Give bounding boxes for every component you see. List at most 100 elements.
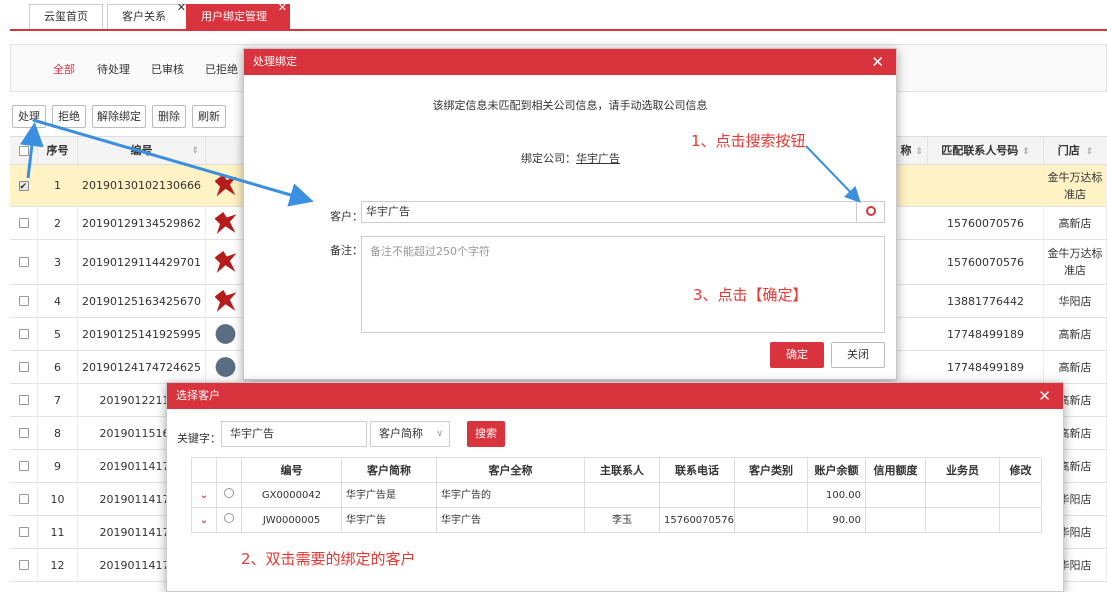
avatar	[214, 174, 237, 197]
tab-user-binding[interactable]: 用户绑定管理 ✕	[186, 1, 290, 29]
row-seq: 8	[54, 426, 61, 440]
customer-sales-cell[interactable]	[926, 483, 1000, 508]
customer-type-cell[interactable]	[735, 508, 808, 533]
keyword-input[interactable]: 华宇广告	[221, 421, 367, 447]
close-icon[interactable]: ✕	[278, 1, 287, 15]
row-checkbox[interactable]	[18, 257, 29, 267]
row-store-cell: 金牛万达标准店	[1044, 240, 1107, 284]
tab-underline	[10, 29, 1107, 31]
search-field-select[interactable]: 客户简称 ∨	[370, 421, 450, 447]
customer-sales-cell[interactable]	[926, 508, 1000, 533]
row-seq-cell: 5	[38, 318, 78, 350]
header-seq[interactable]: 序号	[38, 137, 78, 165]
filter-approved[interactable]: 已审核	[151, 61, 184, 77]
row-cell	[206, 165, 246, 206]
row-phone-cell: 17748499189	[928, 318, 1044, 350]
row-checkbox[interactable]	[18, 179, 29, 196]
customer-full-cell[interactable]: 华宇广告的	[437, 483, 585, 508]
customer-code-cell[interactable]: GX0000042	[242, 483, 342, 508]
close-icon[interactable]: ✕	[1038, 383, 1051, 409]
delete-button[interactable]: 删除	[152, 105, 186, 128]
row-expand-cell[interactable]: ⌄	[192, 508, 217, 533]
row-checkbox[interactable]	[18, 428, 29, 438]
search-button[interactable]	[857, 201, 885, 223]
annotation-step1: 1、点击搜索按钮	[691, 132, 806, 150]
customer-short-cell[interactable]: 华宇广告是	[342, 483, 437, 508]
customer-edit-cell[interactable]	[1000, 508, 1042, 533]
select-all-checkbox[interactable]	[18, 146, 29, 156]
row-phone: 13881776442	[947, 294, 1024, 308]
header-code[interactable]: 编号 ⇕	[78, 137, 206, 165]
row-cell	[10, 384, 38, 416]
customer-credit-cell[interactable]	[866, 508, 926, 533]
row-store: 金牛万达标准店	[1047, 247, 1103, 277]
remark-label: 备注：	[330, 244, 363, 257]
filter-rejected[interactable]: 已拒绝	[205, 61, 238, 77]
header-contact-phone[interactable]: 匹配联系人号码 ⇕	[928, 137, 1044, 165]
row-cell	[10, 450, 38, 482]
process-button[interactable]: 处理	[12, 105, 46, 128]
confirm-button[interactable]: 确定	[770, 342, 824, 368]
header-expand	[192, 458, 217, 483]
tab-customer-relations[interactable]: 客户关系 ✕	[107, 1, 189, 29]
row-checkbox[interactable]	[18, 218, 29, 228]
customer-contact-cell[interactable]: 李玉	[585, 508, 660, 533]
row-code-cell: 20190129114429701	[78, 240, 206, 284]
close-icon[interactable]: ✕	[177, 1, 186, 15]
refresh-button[interactable]: 刷新	[192, 105, 226, 128]
customer-phone-cell[interactable]: 15760070576	[660, 508, 735, 533]
row-checkbox[interactable]	[18, 362, 29, 372]
row-phone: 17748499189	[947, 327, 1024, 341]
close-button[interactable]: 关闭	[831, 342, 885, 368]
reject-button[interactable]: 拒绝	[52, 105, 86, 128]
row-checkbox[interactable]	[18, 494, 29, 504]
row-phone: 17748499189	[947, 360, 1024, 374]
customer-short-cell[interactable]: 华宇广告	[342, 508, 437, 533]
row-code-cell: 20190130102130666	[78, 165, 206, 206]
row-seq: 6	[54, 360, 61, 374]
tab-label: 客户关系	[122, 10, 166, 23]
dialog-title: 选择客户	[176, 389, 220, 402]
search-button[interactable]: 搜索	[467, 421, 505, 447]
row-radio-cell[interactable]	[217, 483, 242, 508]
header-store[interactable]: 门店 ⇕	[1044, 137, 1107, 165]
row-cell	[10, 483, 38, 515]
row-code: 20190129134529862	[82, 216, 201, 230]
tab-home[interactable]: 云玺首页	[29, 4, 103, 29]
filter-all[interactable]: 全部	[53, 61, 75, 77]
row-radio-cell[interactable]	[217, 508, 242, 533]
row-expand-cell[interactable]: ⌄	[192, 483, 217, 508]
row-checkbox[interactable]	[18, 329, 29, 339]
customer-balance-cell[interactable]: 100.00	[808, 483, 866, 508]
customer-balance-cell[interactable]: 90.00	[808, 508, 866, 533]
row-cell	[10, 417, 38, 449]
close-icon[interactable]: ✕	[871, 49, 884, 75]
dialog-header: 处理绑定 ✕	[244, 49, 896, 75]
chevron-down-icon[interactable]: ⌄	[200, 490, 208, 501]
row-checkbox[interactable]	[18, 461, 29, 471]
sort-icon: ⇕	[1085, 147, 1094, 157]
row-store-cell: 高新店	[1044, 318, 1107, 350]
row-cell	[10, 285, 38, 317]
row-radio[interactable]	[224, 488, 234, 498]
customer-credit-cell[interactable]	[866, 483, 926, 508]
customer-contact-cell[interactable]	[585, 483, 660, 508]
row-checkbox[interactable]	[18, 296, 29, 306]
customer-edit-cell[interactable]	[1000, 483, 1042, 508]
row-cell	[10, 165, 38, 206]
row-checkbox[interactable]	[18, 527, 29, 537]
row-seq: 11	[50, 525, 65, 539]
unbind-button[interactable]: 解除绑定	[92, 105, 146, 128]
row-seq: 9	[54, 459, 61, 473]
chevron-down-icon[interactable]: ⌄	[200, 515, 208, 526]
row-checkbox[interactable]	[18, 395, 29, 405]
filter-pending[interactable]: 待处理	[97, 61, 130, 77]
customer-table: 编号 客户简称 客户全称 主联系人 联系电话 客户类别 账户余额 信用额度 业务…	[191, 457, 1042, 533]
customer-code-cell[interactable]: JW0000005	[242, 508, 342, 533]
customer-phone-cell[interactable]	[660, 483, 735, 508]
row-checkbox[interactable]	[18, 560, 29, 570]
row-radio[interactable]	[224, 513, 234, 523]
customer-type-cell[interactable]	[735, 483, 808, 508]
customer-full-cell[interactable]: 华宇广告	[437, 508, 585, 533]
customer-field[interactable]: 华宇广告	[361, 201, 857, 223]
